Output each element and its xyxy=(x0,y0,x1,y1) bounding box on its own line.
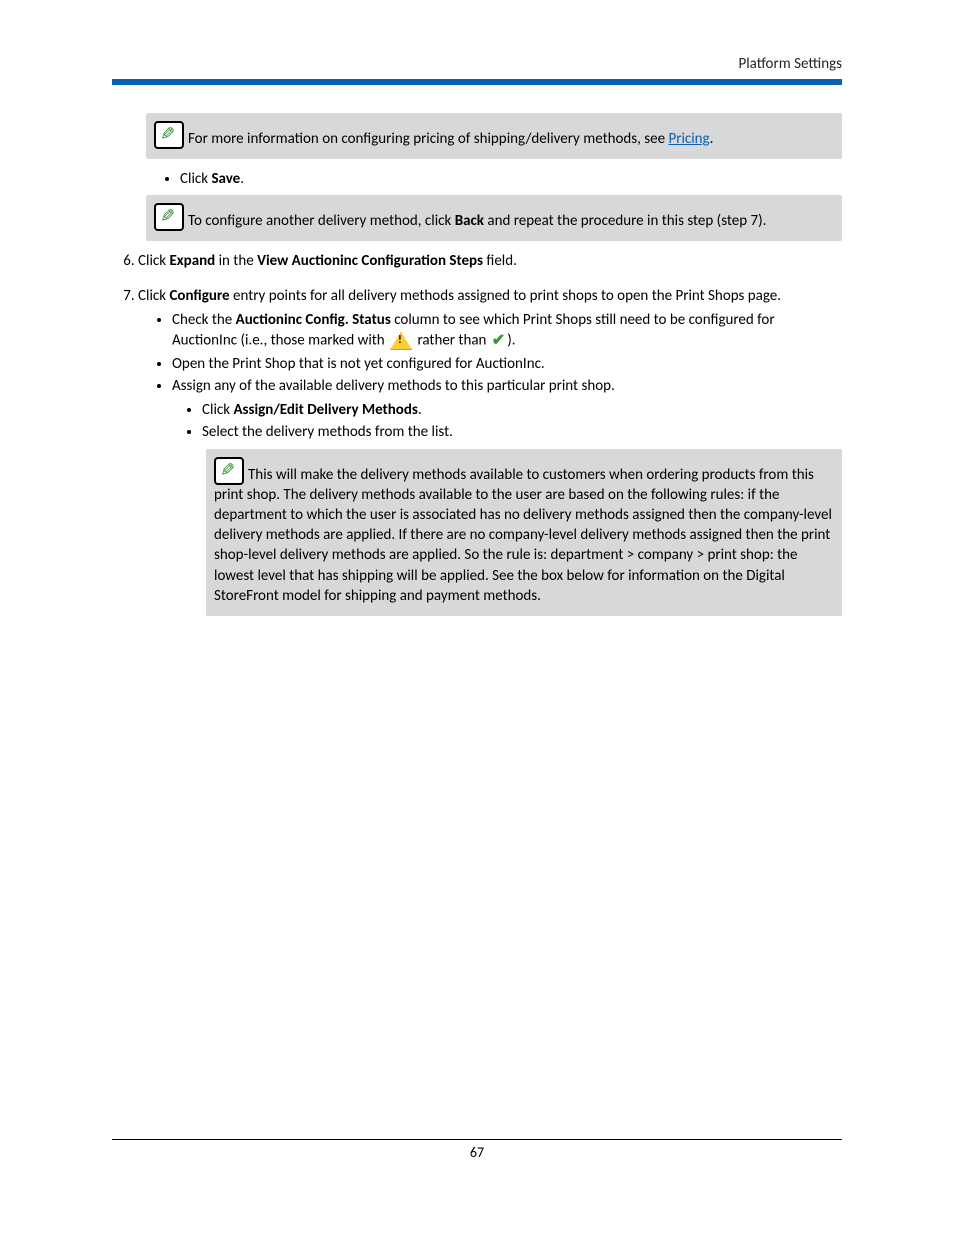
text: and repeat the procedure in this step (s… xyxy=(484,212,766,230)
text: entry points for all delivery methods as… xyxy=(230,287,781,305)
list-item: Open the Print Shop that is not yet conf… xyxy=(172,354,842,374)
note-delivery-rules: This will make the delivery methods avai… xyxy=(206,449,842,617)
document-page: Platform Settings For more information o… xyxy=(0,0,954,1235)
step-7: Click Configure entry points for all del… xyxy=(138,286,842,617)
page-number: 67 xyxy=(0,1144,954,1161)
view-config-label: View Auctioninc Configuration Steps xyxy=(257,252,483,270)
list-item: Select the delivery methods from the lis… xyxy=(202,422,842,442)
list-item: Click Save. xyxy=(180,169,842,189)
configure-label: Configure xyxy=(169,287,229,305)
footer-rule xyxy=(112,1139,842,1140)
step7c-sublist: Click Assign/Edit Delivery Methods. Sele… xyxy=(172,400,842,443)
text: Click xyxy=(138,252,169,270)
checkmark-icon: ✔ xyxy=(492,330,505,352)
note-pricing: For more information on configuring pric… xyxy=(146,113,842,159)
expand-label: Expand xyxy=(169,252,215,270)
text: . xyxy=(418,401,422,419)
config-status-label: Auctioninc Config. Status xyxy=(236,311,391,329)
text: Assign any of the available delivery met… xyxy=(172,377,615,395)
pricing-link[interactable]: Pricing xyxy=(668,130,709,148)
warning-icon xyxy=(390,332,412,350)
ordered-steps: Click Expand in the View Auctioninc Conf… xyxy=(112,251,842,616)
page-header: Platform Settings xyxy=(0,0,954,85)
text: To configure another delivery method, cl… xyxy=(188,212,455,230)
list-item: Assign any of the available delivery met… xyxy=(172,376,842,443)
text: in the xyxy=(215,252,257,270)
step7-sublist: Check the Auctioninc Config. Status colu… xyxy=(138,310,842,443)
note-text: This will make the delivery methods avai… xyxy=(214,465,832,605)
step-6: Click Expand in the View Auctioninc Conf… xyxy=(138,251,842,271)
pencil-note-icon xyxy=(214,457,244,485)
text: field. xyxy=(483,252,517,270)
text: . xyxy=(240,170,244,188)
text: Click xyxy=(202,401,233,419)
text: Check the xyxy=(172,311,236,329)
bullet-list-save: Click Save. xyxy=(112,169,842,189)
text: Click xyxy=(138,287,169,305)
back-label: Back xyxy=(455,212,484,230)
content-area: For more information on configuring pric… xyxy=(0,113,954,616)
text: rather than xyxy=(414,331,490,349)
save-label: Save xyxy=(211,170,240,188)
header-title: Platform Settings xyxy=(112,55,842,73)
list-item: Click Assign/Edit Delivery Methods. xyxy=(202,400,842,420)
note-back: To configure another delivery method, cl… xyxy=(146,195,842,241)
assign-edit-label: Assign/Edit Delivery Methods xyxy=(233,401,417,419)
text: Click xyxy=(180,170,211,188)
text: ). xyxy=(507,331,515,349)
note-suffix: . xyxy=(710,130,714,148)
header-rule xyxy=(112,79,842,85)
pencil-note-icon xyxy=(154,121,184,149)
note-text: For more information on configuring pric… xyxy=(188,130,668,148)
pencil-note-icon xyxy=(154,203,184,231)
list-item: Check the Auctioninc Config. Status colu… xyxy=(172,310,842,352)
